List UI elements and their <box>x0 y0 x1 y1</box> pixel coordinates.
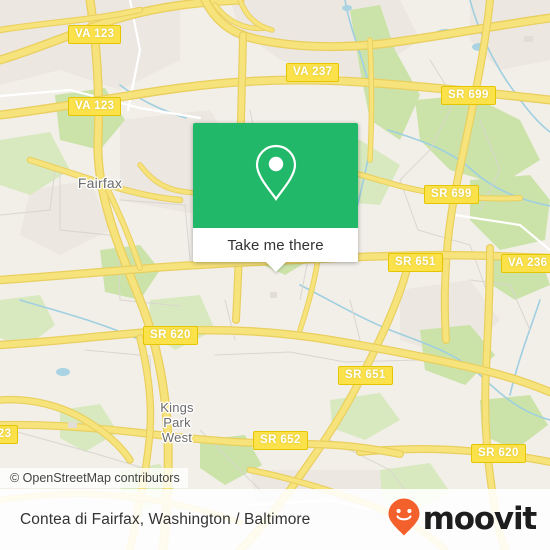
footer-bar: Contea di Fairfax, Washington / Baltimor… <box>0 489 550 550</box>
road-shield-sr-699-mid: SR 699 <box>424 185 479 204</box>
road-shield-123-clipped: 123 <box>0 425 19 444</box>
osm-attribution-text: © OpenStreetMap contributors <box>10 471 180 485</box>
road-shield-va-123-south: VA 123 <box>68 97 122 116</box>
destination-popup[interactable]: Take me there <box>193 123 358 272</box>
take-me-there-label: Take me there <box>227 236 324 254</box>
moovit-pin-icon <box>387 497 421 542</box>
moovit-wordmark: moovit <box>422 501 538 537</box>
moovit-logo[interactable]: moovit <box>387 497 538 542</box>
road-shield-va-237: VA 237 <box>286 63 340 82</box>
map-screen: .rd { fill:none; stroke:#f7e37c; stroke-… <box>0 0 550 550</box>
road-shield-sr-651-south: SR 651 <box>338 366 393 385</box>
road-shield-sr-651-north: SR 651 <box>388 253 443 272</box>
take-me-there-button[interactable]: Take me there <box>193 228 358 262</box>
road-shield-sr-620-west: SR 620 <box>143 326 198 345</box>
location-title: Contea di Fairfax, Washington / Baltimor… <box>20 510 311 528</box>
osm-attribution[interactable]: © OpenStreetMap contributors <box>0 468 188 488</box>
road-shield-va-236: VA 236 <box>501 254 550 273</box>
popup-header <box>193 123 358 228</box>
popup-tail <box>264 261 287 272</box>
road-shield-va-123-north: VA 123 <box>68 25 122 44</box>
road-shield-sr-699-north: SR 699 <box>441 86 496 105</box>
road-shield-sr-652: SR 652 <box>253 431 308 450</box>
map-pin-icon <box>252 143 300 208</box>
road-shield-sr-620-east: SR 620 <box>471 444 526 463</box>
